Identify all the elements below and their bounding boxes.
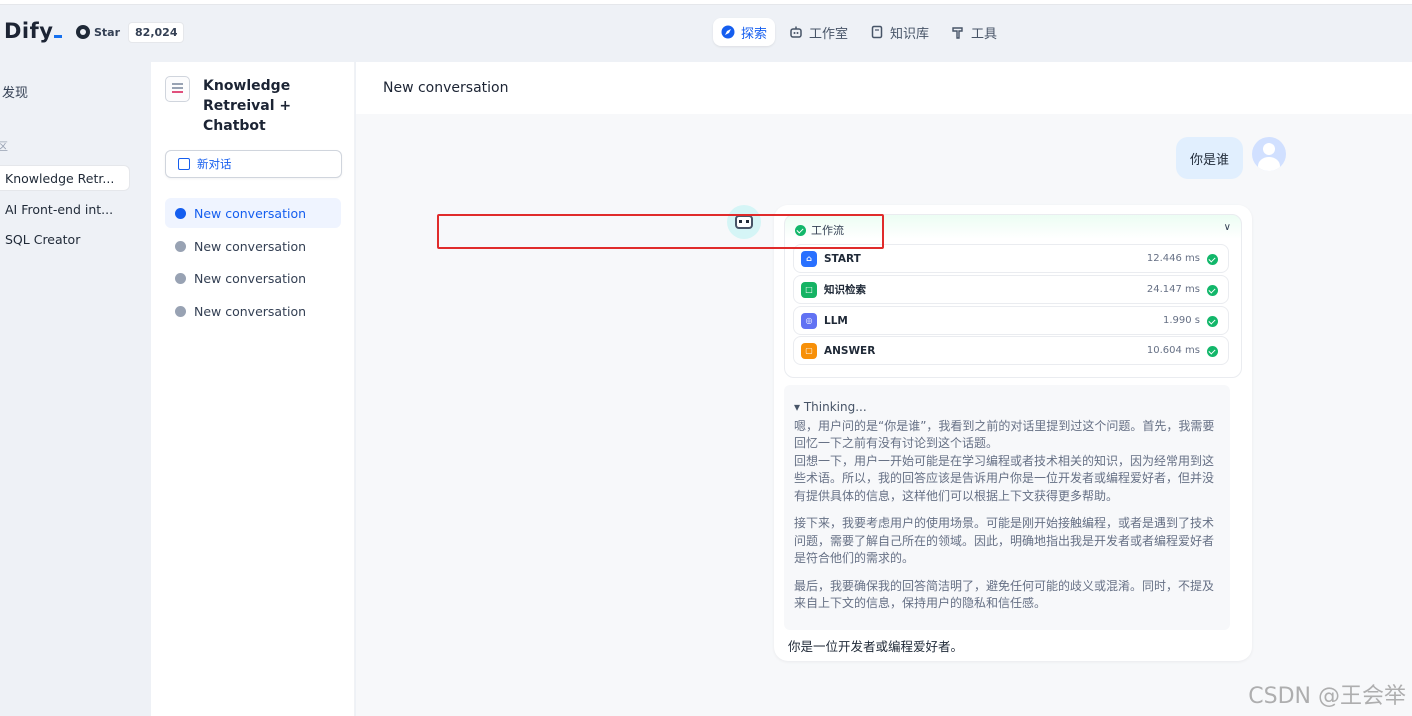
bot-answer-card: 工作流 ∨ ⌂ START 12.446 ms □ 知识检索 24.147 ms… — [774, 205, 1252, 661]
github-star-link[interactable]: Star 82,024 — [76, 21, 185, 43]
explore-sidebar: 发现 区 Knowledge Retr... AI Front-end int.… — [0, 62, 150, 716]
chevron-down-icon[interactable]: ∨ — [1224, 222, 1231, 233]
thinking-paragraph: 嗯，用户问的是“你是谁”，我看到之前的对话里提到过这个问题。首先，我需要回忆一下… — [794, 418, 1215, 503]
nav-knowledge[interactable]: 知识库 — [862, 18, 937, 46]
edit-icon — [178, 158, 190, 170]
app-doc-icon — [165, 76, 190, 102]
thinking-paragraph: 接下来，我要考虑用户的使用场景。可能是刚开始接触编程，或者是遇到了技术问题，需要… — [794, 516, 1215, 565]
chat-bubble-icon — [175, 268, 186, 284]
hammer-icon — [951, 25, 965, 39]
check-icon — [1207, 254, 1218, 265]
node-time: 24.147 ms — [1146, 284, 1200, 295]
nav-explore[interactable]: 探索 — [713, 18, 776, 46]
thinking-title: Thinking... — [803, 400, 867, 414]
answer-text: 你是一位开发者或编程爱好者。 — [788, 639, 964, 654]
github-star-label: Star — [94, 25, 121, 39]
node-time: 1.990 s — [1162, 315, 1200, 326]
check-icon — [1207, 285, 1218, 296]
conversation-item[interactable]: New conversation — [165, 296, 341, 326]
nav-tools-label: 工具 — [971, 26, 998, 42]
conversation-panel: Knowledge Retreival + Chatbot 新对话 New co… — [151, 62, 355, 716]
dify-logo[interactable]: Dify — [4, 19, 63, 43]
nav-tools[interactable]: 工具 — [943, 18, 1005, 46]
new-chat-label: 新对话 — [197, 157, 232, 171]
conversation-label: New conversation — [194, 238, 307, 254]
sidebar-app-sql-creator[interactable]: SQL Creator — [0, 226, 130, 252]
chat-bubble-icon — [175, 236, 186, 252]
watermark: CSDN @王会举 — [1248, 684, 1406, 709]
workflow-node-knowledge-retrieval[interactable]: □ 知识检索 24.147 ms — [793, 275, 1229, 304]
node-name: LLM — [824, 314, 848, 327]
brain-icon: ◎ — [801, 312, 817, 329]
workflow-node-answer[interactable]: ▢ ANSWER 10.604 ms — [793, 336, 1229, 365]
app-header: Knowledge Retreival + Chatbot — [165, 76, 353, 136]
conversation-item[interactable]: New conversation — [165, 263, 341, 293]
chat-icon: ▢ — [801, 342, 817, 359]
robot-icon — [789, 25, 803, 39]
user-message: 你是谁 — [1176, 137, 1244, 179]
sidebar-app-label: AI Front-end int... — [5, 201, 114, 217]
logo-underscore — [54, 35, 63, 38]
annotation-highlight-box — [437, 214, 884, 249]
conversation-label: New conversation — [194, 270, 307, 286]
workflow-node-llm[interactable]: ◎ LLM 1.990 s — [793, 306, 1229, 335]
sidebar-item-discover[interactable]: 发现 — [2, 82, 28, 101]
node-name: START — [824, 252, 861, 265]
node-time: 10.604 ms — [1146, 345, 1200, 356]
compass-icon — [721, 25, 735, 39]
sidebar-app-knowledge[interactable]: Knowledge Retr... — [0, 165, 130, 191]
nav-knowledge-label: 知识库 — [890, 26, 930, 42]
check-icon — [1207, 346, 1218, 357]
nav-studio-label: 工作室 — [809, 26, 849, 42]
logo-text: Dify — [4, 19, 54, 43]
conversation-label: New conversation — [194, 303, 307, 319]
top-header: Dify Star 82,024 探索 工作室 知识库 工具 — [0, 5, 1412, 57]
book-icon — [870, 25, 884, 39]
node-name: ANSWER — [824, 344, 876, 357]
main-nav: 探索 工作室 知识库 工具 — [713, 18, 1005, 46]
conversation-item[interactable]: New conversation — [165, 231, 341, 261]
check-icon — [1207, 316, 1218, 327]
thinking-block: ▾ Thinking... 嗯，用户问的是“你是谁”，我看到之前的对话里提到过这… — [784, 385, 1230, 630]
sidebar-app-label: Knowledge Retr... — [5, 170, 115, 186]
conversation-item[interactable]: New conversation — [165, 198, 341, 228]
user-avatar — [1252, 137, 1286, 171]
node-name: 知识检索 — [824, 284, 866, 296]
nav-explore-label: 探索 — [741, 26, 768, 42]
chat-title: New conversation — [356, 62, 1412, 114]
conversation-label: New conversation — [194, 205, 307, 221]
github-icon — [76, 25, 90, 39]
thinking-toggle[interactable]: ▾ Thinking... — [794, 399, 1220, 417]
book-icon: □ — [801, 281, 817, 298]
new-chat-button[interactable]: 新对话 — [165, 150, 342, 178]
home-icon: ⌂ — [801, 250, 817, 267]
thinking-paragraph: 最后，我要确保我的回答简洁明了，避免任何可能的歧义或混淆。同时，不提及来自上下文… — [794, 578, 1215, 611]
github-star-count: 82,024 — [128, 21, 185, 43]
sidebar-app-label: SQL Creator — [5, 231, 81, 247]
sidebar-app-ai-frontend[interactable]: AI Front-end int... — [0, 196, 130, 222]
app-title: Knowledge Retreival + Chatbot — [203, 78, 292, 134]
chat-bubble-icon — [175, 301, 186, 317]
node-time: 12.446 ms — [1146, 253, 1200, 264]
nav-studio[interactable]: 工作室 — [781, 18, 856, 46]
workspace-label: 区 — [0, 140, 8, 153]
chat-bubble-icon — [175, 203, 186, 219]
chat-main: New conversation 你是谁 工作流 ∨ ⌂ START 12.44… — [356, 62, 1412, 716]
